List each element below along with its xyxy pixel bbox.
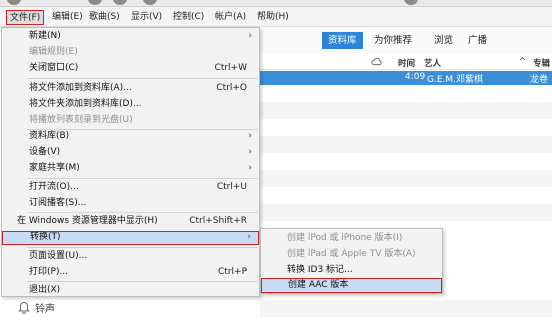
menu-item-label: 将文件夹添加到资料库(D)... [29,99,142,109]
menu-item-label: 创建 iPod 或 iPhone 版本(I) [287,233,403,243]
shortcut-label: Ctrl+Shift+R [189,216,247,226]
menu-item-close-window[interactable]: 关闭窗口(C) Ctrl+W [2,61,259,76]
shortcut-label: Ctrl+O [216,83,247,93]
tab-browse[interactable]: 浏览 [428,32,459,49]
convert-submenu: 创建 iPod 或 iPhone 版本(I) 创建 iPad 或 Apple T… [260,228,443,294]
tab-for-you[interactable]: 为你推荐 [368,32,418,49]
menu-item-label: 页面设置(U)... [29,251,88,261]
menu-item-label: 将播放列表刻录到光盘(U) [29,115,133,125]
track-album: 龙卷 [530,75,549,85]
window-top-strip [0,0,552,7]
column-album[interactable]: 专辑 [533,57,550,69]
menu-divider [27,281,258,282]
submenu-arrow-icon: › [247,232,251,242]
submenu-arrow-icon: › [248,131,252,141]
sort-indicator[interactable]: ^ [519,57,526,67]
menu-item-label: 转换(T) [30,232,61,242]
menu-item-edit-rules: 编辑规则(E) [2,45,259,60]
menu-item-label: 新建(N) [29,31,61,41]
menu-songs[interactable]: 歌曲(S) [86,10,123,25]
submenu-item-create-aac[interactable]: 创建 AAC 版本 [261,278,442,293]
file-menu: 新建(N) › 编辑规则(E) 关闭窗口(C) Ctrl+W 将文件添加到资料库… [1,27,260,297]
menu-divider [27,178,258,179]
menu-item-new[interactable]: 新建(N) › [2,29,259,44]
menu-item-label: 关闭窗口(C) [29,63,79,73]
menu-edit[interactable]: 编辑(E) [49,10,86,25]
menu-item-label: 订阅播客(S)... [29,198,87,208]
menu-item-burn-playlist: 将播放列表刻录到光盘(U) [2,113,259,128]
submenu-arrow-icon: › [248,147,252,157]
skip-back-icon[interactable] [88,0,102,5]
menu-file[interactable]: 文件(F) [6,10,45,25]
menu-item-subscribe-podcast[interactable]: 订阅播客(S)... [2,196,259,211]
menu-controls[interactable]: 控制(C) [170,10,207,25]
menu-item-open-stream[interactable]: 打开流(O)... Ctrl+U [2,180,259,195]
menu-item-label: 打开流(O)... [29,182,79,192]
menu-item-label: 在 Windows 资源管理器中显示(H) [17,216,158,226]
empty-row [260,300,552,317]
menu-item-exit[interactable]: 退出(X) [2,283,259,298]
empty-row [260,204,552,221]
track-row[interactable]: 4:09 G.E.M.邓紫棋 龙卷 [260,71,552,85]
play-icon[interactable] [113,0,127,5]
submenu-arrow-icon: › [248,163,252,173]
menu-help[interactable]: 帮助(H) [254,10,292,25]
column-artist[interactable]: 艺人 [424,57,441,69]
menu-item-library[interactable]: 资料库(B) › [2,129,259,144]
shortcut-label: Ctrl+U [216,182,247,192]
track-time: 4:09 [405,72,426,82]
empty-row [260,170,552,187]
menu-item-add-folder[interactable]: 将文件夹添加到资料库(D)... [2,97,259,112]
shortcut-label: Ctrl+W [214,63,247,73]
track-artist: G.E.M.邓紫棋 [427,75,484,85]
nav-tabs: 资料库 为你推荐 浏览 广播 [260,27,552,53]
tab-radio[interactable]: 广播 [462,32,493,49]
menu-item-label: 创建 AAC 版本 [288,280,349,290]
apple-logo-icon [404,0,418,5]
song-list-header: 时间 艺人 ^ 专辑 [260,55,552,70]
menu-item-label: 打印(P)... [29,267,69,277]
menu-item-label: 退出(X) [29,285,61,295]
menu-item-label: 家庭共享(M) [29,163,80,173]
sidebar-bottom: 铃声 [0,296,260,326]
submenu-item-ipod-iphone: 创建 iPod 或 iPhone 版本(I) [261,231,442,246]
menu-item-label: 设备(V) [29,147,61,157]
menu-item-page-setup[interactable]: 页面设置(U)... [2,249,259,264]
column-time[interactable]: 时间 [398,57,415,69]
menu-item-label: 编辑规则(E) [29,47,78,57]
back-arrow-icon[interactable] [7,0,21,5]
menu-divider [27,247,258,248]
cloud-icon[interactable] [371,57,382,66]
menu-divider [27,212,258,213]
empty-row [260,136,552,153]
menu-item-label: 创建 iPad 或 Apple TV 版本(A) [287,249,416,259]
menu-item-devices[interactable]: 设备(V) › [2,145,259,160]
menu-item-label: 转换 ID3 标记... [287,265,353,275]
menubar: 文件(F) 编辑(E) 歌曲(S) 显示(V) 控制(C) 帐户(A) 帮助(H… [0,7,552,27]
submenu-item-convert-id3[interactable]: 转换 ID3 标记... [261,263,442,278]
menu-item-add-file[interactable]: 将文件添加到资料库(A)... Ctrl+O [2,81,259,96]
menu-item-label: 资料库(B) [29,131,70,141]
menu-item-convert[interactable]: 转换(T) › [2,231,259,245]
skip-forward-icon[interactable] [143,0,157,5]
menu-divider [27,78,258,79]
menu-item-print[interactable]: 打印(P)... Ctrl+P [2,265,259,280]
empty-row [260,102,552,119]
sidebar-item-ringtones[interactable]: 铃声 [35,300,55,315]
menu-item-label: 将文件添加到资料库(A)... [29,83,132,93]
submenu-item-ipad-appletv: 创建 iPad 或 Apple TV 版本(A) [261,247,442,262]
menu-view[interactable]: 显示(V) [128,10,165,25]
bell-icon [18,301,30,314]
menu-item-home-sharing[interactable]: 家庭共享(M) › [2,161,259,176]
menu-item-show-in-explorer[interactable]: 在 Windows 资源管理器中显示(H) Ctrl+Shift+R [2,214,259,229]
menu-account[interactable]: 帐户(A) [212,10,249,25]
tab-library[interactable]: 资料库 [322,32,363,49]
shortcut-label: Ctrl+P [218,267,247,277]
submenu-arrow-icon: › [248,31,252,41]
